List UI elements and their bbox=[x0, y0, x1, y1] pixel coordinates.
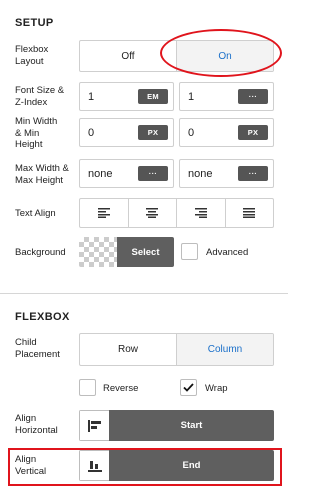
child-placement-toggle: Row Column bbox=[79, 333, 274, 366]
text-align-group bbox=[79, 198, 274, 228]
setup-section-title: SETUP bbox=[15, 17, 54, 29]
max-width-input[interactable]: none ··· bbox=[79, 159, 174, 188]
wrap-checkbox[interactable] bbox=[180, 379, 197, 396]
max-width-unit-button[interactable]: ··· bbox=[138, 166, 168, 181]
background-select-label: Select bbox=[117, 237, 174, 267]
wrap-label: Wrap bbox=[205, 383, 228, 394]
font-size-unit-button[interactable]: EM bbox=[138, 89, 168, 104]
font-size-z-index-label: Font Size & Z-Index bbox=[15, 85, 65, 108]
reverse-checkbox[interactable] bbox=[79, 379, 96, 396]
font-size-input[interactable]: 1 EM bbox=[79, 82, 174, 111]
align-end-icon bbox=[79, 450, 109, 481]
transparent-swatch bbox=[79, 237, 117, 267]
max-height-unit-button[interactable]: ··· bbox=[238, 166, 268, 181]
align-horizontal-value: Start bbox=[109, 410, 274, 441]
align-right-icon[interactable] bbox=[177, 199, 226, 227]
section-divider bbox=[0, 293, 288, 294]
min-width-input[interactable]: 0 PX bbox=[79, 118, 174, 147]
child-placement-row-option[interactable]: Row bbox=[80, 334, 177, 365]
min-height-unit-button[interactable]: PX bbox=[238, 125, 268, 140]
background-label: Background bbox=[15, 247, 66, 258]
align-left-icon[interactable] bbox=[80, 199, 129, 227]
align-vertical-select[interactable]: End bbox=[79, 450, 274, 481]
align-vertical-label: Align Vertical bbox=[15, 454, 47, 477]
advanced-label: Advanced bbox=[206, 247, 249, 258]
text-align-label: Text Align bbox=[15, 208, 56, 219]
align-justify-icon[interactable] bbox=[226, 199, 274, 227]
max-height-input[interactable]: none ··· bbox=[179, 159, 274, 188]
max-size-label: Max Width & Max Height bbox=[15, 163, 69, 186]
z-index-input[interactable]: 1 ··· bbox=[179, 82, 274, 111]
z-index-unit-button[interactable]: ··· bbox=[238, 89, 268, 104]
background-select-button[interactable]: Select bbox=[79, 237, 174, 267]
align-vertical-value: End bbox=[109, 450, 274, 481]
flexbox-layout-toggle: Off On bbox=[79, 40, 274, 72]
min-height-value: 0 bbox=[188, 126, 195, 139]
font-size-value: 1 bbox=[88, 90, 95, 103]
child-placement-column-option[interactable]: Column bbox=[177, 334, 273, 365]
min-height-input[interactable]: 0 PX bbox=[179, 118, 274, 147]
align-center-icon[interactable] bbox=[129, 199, 177, 227]
flexbox-section-title: FLEXBOX bbox=[15, 311, 70, 323]
reverse-label: Reverse bbox=[103, 383, 139, 394]
advanced-checkbox[interactable] bbox=[181, 243, 198, 260]
checkmark-icon bbox=[183, 383, 194, 392]
flexbox-layout-label: Flexbox Layout bbox=[15, 44, 49, 67]
align-start-icon bbox=[79, 410, 109, 441]
min-width-value: 0 bbox=[88, 126, 95, 139]
flexbox-layout-on-option[interactable]: On bbox=[177, 41, 273, 71]
child-placement-label: Child Placement bbox=[15, 337, 60, 360]
min-size-label: Min Width & Min Height bbox=[15, 116, 58, 150]
max-height-value: none bbox=[188, 167, 213, 180]
max-width-value: none bbox=[88, 167, 113, 180]
align-horizontal-label: Align Horizontal bbox=[15, 413, 58, 436]
flexbox-layout-off-option[interactable]: Off bbox=[80, 41, 177, 71]
z-index-value: 1 bbox=[188, 90, 195, 103]
min-width-unit-button[interactable]: PX bbox=[138, 125, 168, 140]
align-horizontal-select[interactable]: Start bbox=[79, 410, 274, 441]
